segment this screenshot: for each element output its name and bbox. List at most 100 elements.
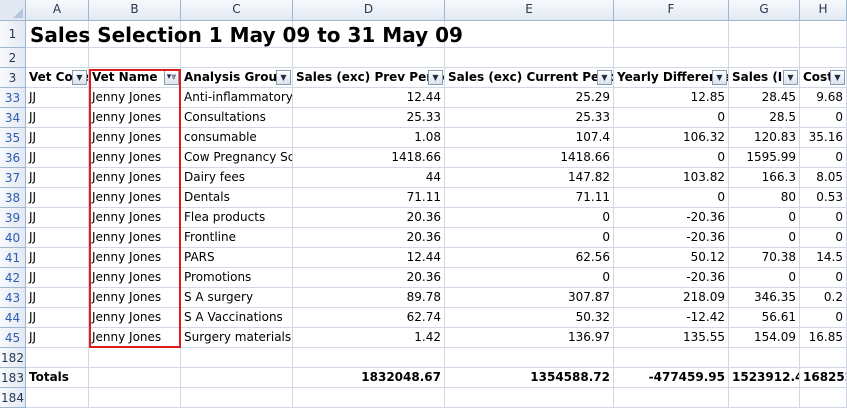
data-cell-h[interactable]: 0 [800,228,847,248]
column-header-d[interactable]: D [293,0,445,21]
empty-cell[interactable] [800,48,847,68]
empty-cell[interactable] [293,348,445,368]
dropdown-arrow-icon[interactable]: ▼ [276,70,291,85]
dropdown-arrow-icon[interactable]: ▼ [72,70,87,85]
row-header[interactable]: 37 [0,168,26,188]
empty-cell[interactable] [89,48,181,68]
data-cell-e[interactable]: 25.29 [445,88,614,108]
data-cell-f[interactable]: 0 [614,188,729,208]
data-cell-g[interactable]: 28.45 [729,88,800,108]
data-cell-e[interactable]: 307.87 [445,288,614,308]
empty-cell[interactable] [26,48,89,68]
data-cell-e[interactable]: 136.97 [445,328,614,348]
data-cell-a[interactable]: JJ [26,88,89,108]
data-cell-c[interactable]: Surgery materials [181,328,293,348]
data-cell-c[interactable]: Flea products [181,208,293,228]
data-cell-f[interactable]: -20.36 [614,228,729,248]
data-cell-a[interactable]: JJ [26,108,89,128]
data-cell-c[interactable]: Frontline [181,228,293,248]
data-cell-f[interactable]: 103.82 [614,168,729,188]
data-cell-g[interactable]: 1595.99 [729,148,800,168]
data-cell-b[interactable]: Jenny Jones [89,128,181,148]
data-cell-g[interactable]: 56.61 [729,308,800,328]
data-cell-a[interactable]: JJ [26,268,89,288]
data-cell-a[interactable]: JJ [26,148,89,168]
data-cell-e[interactable]: 1418.66 [445,148,614,168]
row-header[interactable]: 43 [0,288,26,308]
totals-cell-empty[interactable] [89,368,181,388]
data-cell-d[interactable]: 1.08 [293,128,445,148]
data-cell-b[interactable]: Jenny Jones [89,88,181,108]
data-cell-e[interactable]: 0 [445,268,614,288]
empty-cell[interactable] [729,48,800,68]
data-cell-d[interactable]: 20.36 [293,208,445,228]
row-header[interactable]: 182 [0,348,26,368]
empty-cell[interactable] [614,348,729,368]
row-header[interactable]: 183 [0,368,26,388]
row-header[interactable]: 1 [0,21,26,48]
empty-cell[interactable] [26,348,89,368]
data-cell-g[interactable]: 80 [729,188,800,208]
data-cell-g[interactable]: 120.83 [729,128,800,148]
dropdown-arrow-icon[interactable]: ▼ [597,70,612,85]
data-cell-h[interactable]: 0.2 [800,288,847,308]
row-header[interactable]: 34 [0,108,26,128]
data-cell-c[interactable]: S A Vaccinations [181,308,293,328]
row-header[interactable]: 36 [0,148,26,168]
data-cell-a[interactable]: JJ [26,188,89,208]
header-cell-d[interactable]: Sales (exc) Prev Period [293,68,445,88]
data-cell-f[interactable]: -12.42 [614,308,729,328]
data-cell-g[interactable]: 70.38 [729,248,800,268]
data-cell-d[interactable]: 1418.66 [293,148,445,168]
data-cell-b[interactable]: Jenny Jones [89,308,181,328]
data-cell-b[interactable]: Jenny Jones [89,248,181,268]
data-cell-f[interactable]: 106.32 [614,128,729,148]
data-cell-b[interactable]: Jenny Jones [89,208,181,228]
data-cell-d[interactable]: 1.42 [293,328,445,348]
data-cell-b[interactable]: Jenny Jones [89,228,181,248]
data-cell-a[interactable]: JJ [26,168,89,188]
dropdown-arrow-icon[interactable]: ▼ [712,70,727,85]
data-cell-e[interactable]: 62.56 [445,248,614,268]
data-cell-c[interactable]: Cow Pregnancy Scan [181,148,293,168]
empty-cell[interactable] [729,348,800,368]
data-cell-e[interactable]: 0 [445,208,614,228]
data-cell-h[interactable]: 0 [800,148,847,168]
row-header[interactable]: 44 [0,308,26,328]
data-cell-a[interactable]: JJ [26,128,89,148]
column-header-b[interactable]: B [89,0,181,21]
data-cell-c[interactable]: Dairy fees [181,168,293,188]
data-cell-f[interactable]: 0 [614,148,729,168]
data-cell-g[interactable]: 0 [729,228,800,248]
empty-cell[interactable] [614,48,729,68]
empty-cell[interactable] [445,48,614,68]
data-cell-d[interactable]: 20.36 [293,268,445,288]
totals-cell-empty[interactable] [181,368,293,388]
data-cell-c[interactable]: Anti-inflammatory [181,88,293,108]
data-cell-h[interactable]: 16.85 [800,328,847,348]
row-header[interactable]: 38 [0,188,26,208]
data-cell-a[interactable]: JJ [26,328,89,348]
data-cell-c[interactable]: Promotions [181,268,293,288]
data-cell-c[interactable]: Dentals [181,188,293,208]
data-cell-d[interactable]: 12.44 [293,248,445,268]
report-title[interactable]: Sales Selection 1 May 09 to 31 May 09 [30,22,463,48]
row-header[interactable]: 35 [0,128,26,148]
totals-cell-inc[interactable]: 1523912.4 [729,368,800,388]
row-header[interactable]: 41 [0,248,26,268]
dropdown-arrow-icon[interactable]: ▼ [830,70,845,85]
data-cell-d[interactable]: 44 [293,168,445,188]
data-cell-c[interactable]: consumable [181,128,293,148]
data-cell-a[interactable]: JJ [26,288,89,308]
data-cell-f[interactable]: -20.36 [614,268,729,288]
empty-cell[interactable] [181,48,293,68]
row-header[interactable]: 42 [0,268,26,288]
data-cell-g[interactable]: 154.09 [729,328,800,348]
empty-cell[interactable] [293,388,445,408]
data-cell-b[interactable]: Jenny Jones [89,188,181,208]
data-cell-h[interactable]: 0 [800,268,847,288]
data-cell-a[interactable]: JJ [26,308,89,328]
data-cell-f[interactable]: 135.55 [614,328,729,348]
data-cell-e[interactable]: 25.33 [445,108,614,128]
data-cell-d[interactable]: 62.74 [293,308,445,328]
